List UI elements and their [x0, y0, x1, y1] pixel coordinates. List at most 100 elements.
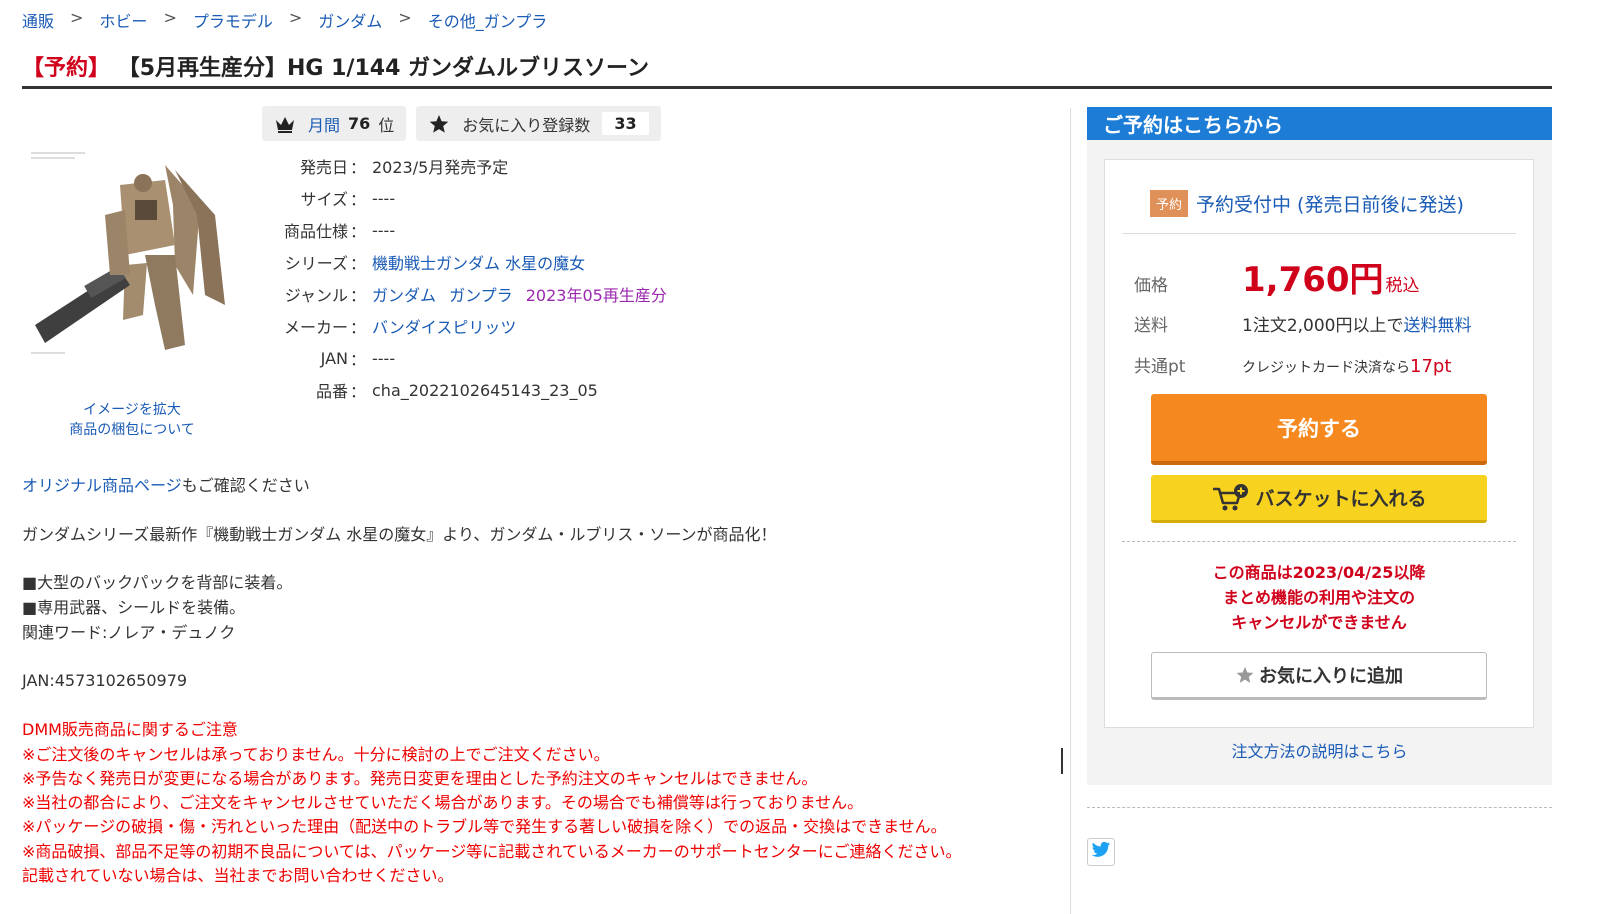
spec-row-jan: JAN ： ---- — [262, 342, 667, 374]
packaging-info-link[interactable]: 商品の梱包について — [22, 420, 242, 440]
description-bullet: ■大型のバックパックを背部に装着。 — [22, 573, 293, 592]
points-label: 共通pt — [1134, 357, 1186, 377]
description-bullet: ■専用武器、シールドを装備。 — [22, 598, 246, 617]
spec-row-size: サイズ ： ---- — [262, 182, 667, 214]
star-icon — [428, 113, 450, 135]
spec-value: ---- — [372, 348, 396, 368]
free-shipping-link[interactable]: 送料無料 — [1403, 311, 1471, 336]
page-title: 【予約】 【5月再生産分】HG 1/144 ガンダムルブリスソーン — [22, 50, 649, 82]
favorites-label: お気に入り登録数 — [462, 115, 591, 135]
add-to-basket-button[interactable]: バスケットに入れる — [1151, 475, 1487, 523]
ranking-badge: 月間 76 位 — [262, 106, 407, 141]
genre-extra-link[interactable]: 2023年05再生産分 — [526, 286, 667, 305]
spec-label: 商品仕様 — [283, 222, 348, 241]
spec-row-release: 発売日 ： 2023/5月発売予定 — [262, 150, 667, 182]
jan-code: JAN:4573102650979 — [22, 671, 188, 690]
ranking-suffix: 位 — [378, 115, 395, 135]
genre-link[interactable]: ガンダム — [372, 286, 436, 305]
spec-colon: ： — [350, 254, 367, 273]
reserve-panel-header: ご予約はこちらから — [1087, 107, 1552, 140]
warning-line: まとめ機能の利用や注文の — [1222, 588, 1415, 607]
spec-label: メーカー — [283, 318, 348, 337]
spec-colon: ： — [350, 190, 367, 209]
spec-label: 品番 — [315, 382, 348, 401]
spec-label: シリーズ — [284, 254, 348, 273]
divider — [1122, 233, 1516, 234]
spec-row-maker: メーカー ： バンダイスピリッツ — [262, 310, 667, 342]
reserve-button[interactable]: 予約する — [1151, 394, 1487, 465]
breadcrumb-item[interactable]: ホビー — [99, 8, 147, 32]
breadcrumb-item[interactable]: その他_ガンプラ — [428, 8, 548, 32]
shipping-row: 送料 1注文2,000円以上で 送料無料 — [1134, 311, 1471, 336]
favorites-count: 33 — [602, 112, 649, 135]
dashed-divider — [1087, 807, 1552, 808]
notice-line: ※予告なく発売日が変更になる場合があります。発売日変更を理由とした予約注文のキャ… — [22, 769, 818, 788]
original-page-link[interactable]: オリジナル商品ページ — [22, 476, 182, 495]
warning-line: この商品は2023/04/25以降 — [1212, 563, 1426, 582]
add-favorite-button[interactable]: お気に入りに追加 — [1151, 652, 1487, 700]
notice-line: ※パッケージの破損・傷・汚れといった理由（配送中のトラブル等で発生する著しい破損… — [22, 817, 947, 836]
spec-value: 2023/5月発売予定 — [372, 158, 509, 177]
ranking-number: 76 — [348, 114, 371, 133]
title-divider — [22, 86, 1552, 89]
image-links: イメージを拡大 商品の梱包について — [22, 400, 242, 440]
price-label: 価格 — [1134, 276, 1168, 296]
notice-title: DMM販売商品に関するご注意 — [22, 720, 238, 739]
spec-label: ジャンル — [284, 286, 348, 305]
notice-line: ※ご注文後のキャンセルは承っておりません。十分に検討の上でご注文ください。 — [22, 745, 610, 764]
spec-colon: ： — [350, 158, 367, 177]
spec-row-series: シリーズ ： 機動戦士ガンダム 水星の魔女 — [262, 246, 667, 278]
breadcrumb-separator: > — [70, 8, 84, 27]
spec-row-genre: ジャンル ： ガンダム ガンプラ 2023年05再生産分 — [262, 278, 667, 310]
twitter-icon — [1091, 841, 1111, 863]
spec-colon: ： — [350, 350, 367, 369]
crown-icon — [274, 113, 296, 135]
basket-button-label: バスケットに入れる — [1255, 488, 1427, 510]
text-cursor — [1061, 748, 1063, 774]
description-intro: ガンダムシリーズ最新作『機動戦士ガンダム 水星の魔女』より、ガンダム・ルブリス・… — [22, 525, 777, 544]
points-text: クレジットカード決済なら — [1242, 360, 1410, 376]
original-page-note: オリジナル商品ページもご確認ください — [22, 474, 310, 498]
reservation-status: 予約 予約受付中 (発売日前後に発送) — [1150, 190, 1464, 217]
spec-label: サイズ — [300, 190, 348, 209]
breadcrumb: 通販 > ホビー > プラモデル > ガンダム > その他_ガンプラ — [22, 8, 547, 32]
reserve-tag: 予約 — [1150, 190, 1189, 217]
order-howto-link[interactable]: 注文方法の説明はこちら — [1087, 738, 1552, 762]
breadcrumb-item[interactable]: プラモデル — [193, 8, 273, 32]
column-divider — [1070, 108, 1071, 914]
original-page-suffix: もご確認ください — [181, 476, 310, 495]
series-link[interactable]: 機動戦士ガンダム 水星の魔女 — [372, 254, 585, 273]
spec-colon: ： — [350, 286, 367, 305]
badges: 月間 76 位 お気に入り登録数 33 — [262, 106, 661, 141]
ranking-label[interactable]: 月間 — [308, 112, 340, 136]
spec-colon: ： — [350, 382, 367, 401]
price-row: 価格 1,760円 税込 — [1134, 252, 1420, 301]
twitter-share-button[interactable] — [1087, 838, 1115, 866]
breadcrumb-item[interactable]: ガンダム — [318, 8, 382, 32]
shipping-text: 1注文2,000円以上で — [1242, 316, 1404, 336]
product-name: 【5月再生産分】HG 1/144 ガンダムルブリスソーン — [117, 56, 649, 81]
maker-link[interactable]: バンダイスピリッツ — [372, 318, 516, 337]
shipping-label: 送料 — [1134, 316, 1168, 336]
notice-line: ※商品破損、部品不足等の初期不良品については、パッケージ等に記載されているメーカ… — [22, 842, 962, 861]
reserve-label: 【予約】 — [22, 56, 111, 81]
status-text: 予約受付中 (発売日前後に発送) — [1196, 194, 1464, 216]
breadcrumb-separator: > — [398, 8, 412, 27]
favorite-button-label: お気に入りに追加 — [1259, 666, 1403, 687]
enlarge-image-link[interactable]: イメージを拡大 — [22, 400, 242, 420]
spec-label: 発売日 — [299, 158, 348, 177]
spec-value: cha_2022102645143_23_05 — [372, 380, 598, 400]
star-icon — [1235, 665, 1255, 685]
spec-table: 発売日 ： 2023/5月発売予定 サイズ ： ---- 商品仕様 ： ----… — [262, 150, 667, 406]
genre-link[interactable]: ガンプラ — [449, 286, 513, 305]
spec-value: ---- — [372, 220, 396, 240]
related-words: 関連ワード:ノレア・デュノク — [22, 623, 236, 642]
spec-label: JAN — [320, 348, 348, 368]
tax-label: 税込 — [1385, 276, 1420, 296]
breadcrumb-item[interactable]: 通販 — [22, 8, 54, 32]
spec-colon: ： — [350, 222, 367, 241]
spec-value: ---- — [372, 188, 396, 208]
breadcrumb-separator: > — [288, 8, 303, 27]
product-image[interactable] — [25, 145, 240, 360]
notice-line: 記載されていない場合は、当社までお問い合わせください。 — [22, 866, 454, 885]
